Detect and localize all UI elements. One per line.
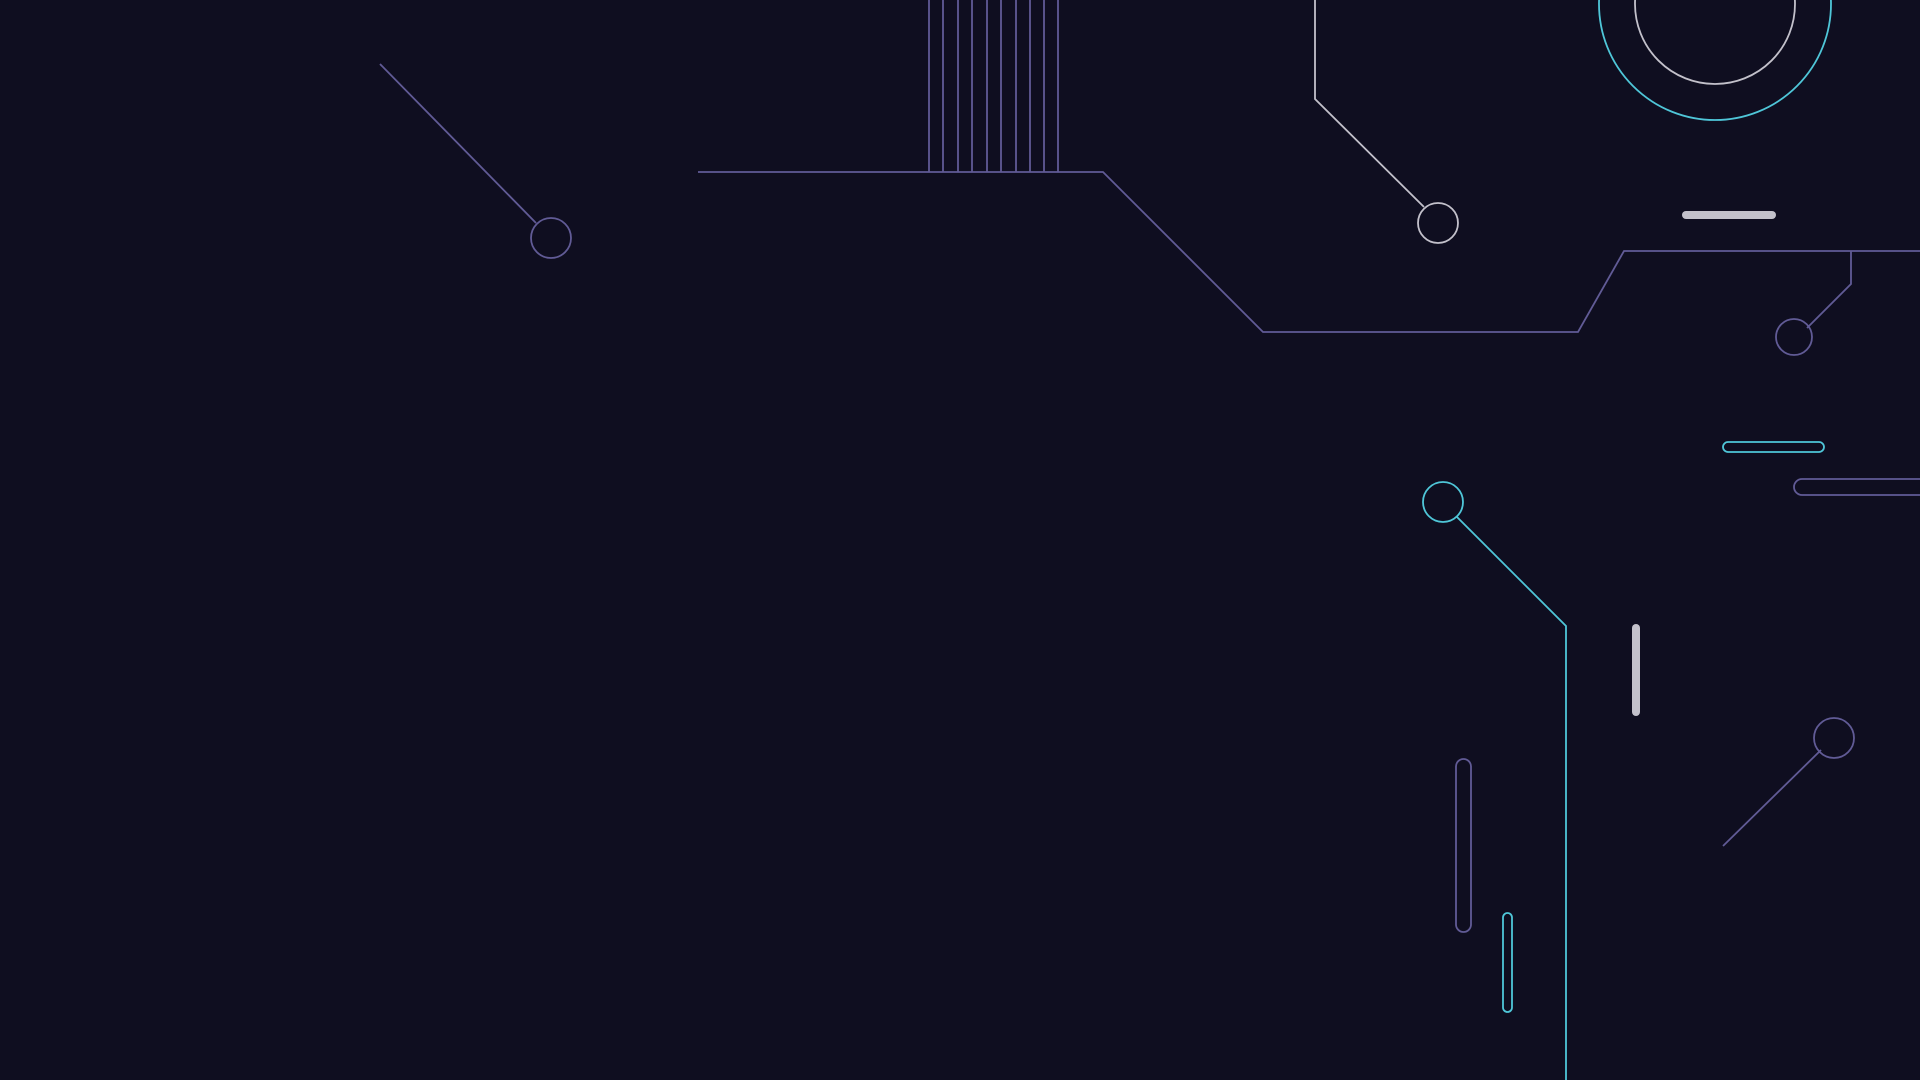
cyan-pill-horizontal	[1722, 441, 1825, 453]
trace-top-left	[379, 63, 572, 259]
node-circle-icon	[1422, 481, 1464, 523]
circuit-background	[379, 0, 1920, 1080]
cyan-pill-vertical	[1502, 912, 1513, 1013]
node-circle-icon	[1813, 717, 1855, 759]
bus-trace	[698, 0, 1920, 333]
ring-top-right	[1598, 0, 1832, 121]
node-circle-icon	[530, 217, 572, 259]
trace-branch-right	[1775, 251, 1852, 356]
trace-cyan-bottom	[1422, 481, 1567, 1080]
node-circle-icon	[1775, 318, 1813, 356]
node-circle-icon	[1417, 202, 1459, 244]
trace-grey-top	[1314, 0, 1459, 244]
trace-bottom-right	[1722, 717, 1855, 847]
purple-pill-vertical	[1455, 758, 1472, 933]
purple-pill-horizontal	[1793, 478, 1920, 496]
